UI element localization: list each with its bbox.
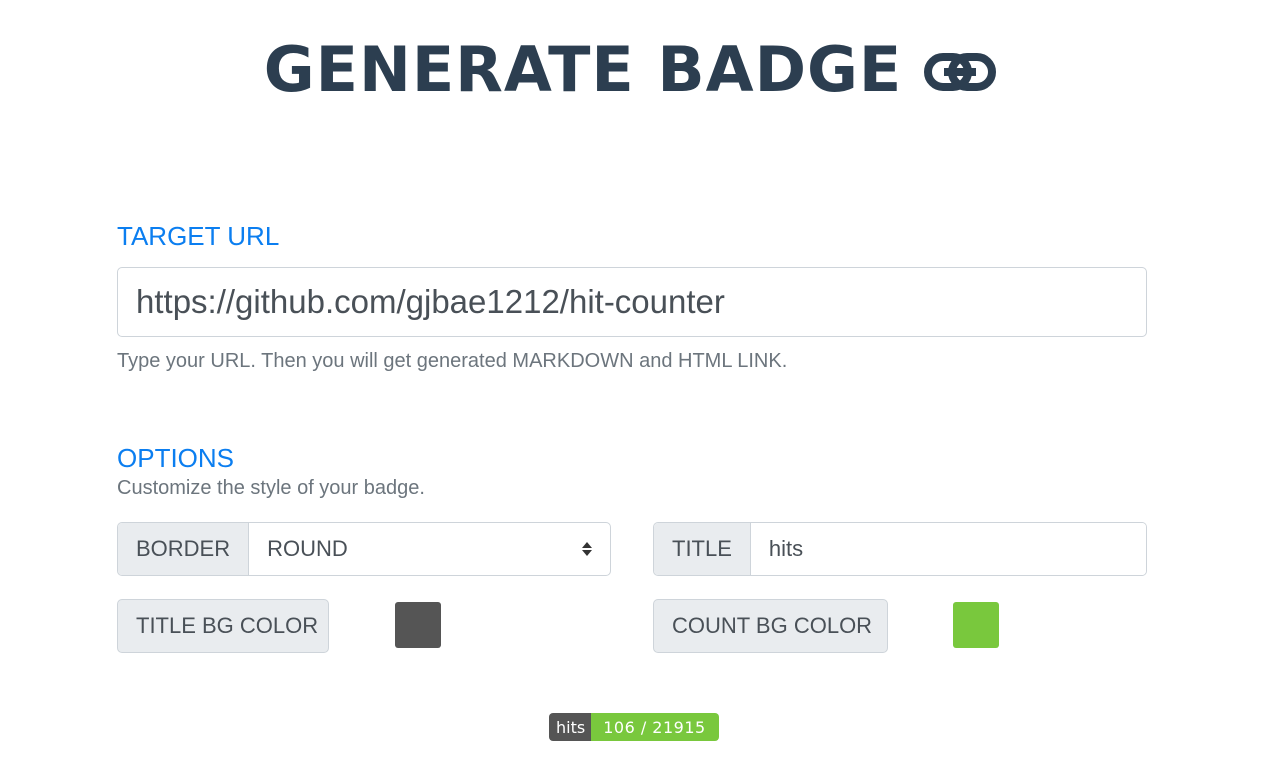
title-option-group: TITLE (653, 522, 1147, 576)
count-bg-color-swatch[interactable] (953, 602, 999, 648)
page-header: GENERATE BADGE (0, 28, 1260, 112)
page-title: GENERATE BADGE (263, 33, 903, 106)
options-label: OPTIONS (117, 443, 235, 473)
border-select[interactable]: ROUND (249, 523, 610, 575)
count-bg-color-label: COUNT BG COLOR (653, 599, 888, 653)
border-label: BORDER (118, 523, 250, 575)
link-icon (924, 52, 997, 92)
target-url-label: TARGET URL (117, 221, 280, 251)
title-bg-color-swatch[interactable] (395, 602, 441, 648)
border-option-group: BORDER ROUND (117, 522, 611, 576)
options-help-text: Customize the style of your badge. (117, 477, 425, 499)
target-url-input[interactable] (117, 267, 1147, 337)
title-bg-color-label: TITLE BG COLOR (117, 599, 329, 653)
title-input[interactable] (750, 523, 1146, 575)
badge-title: hits (549, 713, 592, 741)
badge-count: 106 / 21915 (591, 713, 719, 741)
title-label: TITLE (654, 523, 751, 575)
badge-preview: hits 106 / 21915 (549, 713, 719, 741)
border-selected-value: ROUND (267, 536, 348, 561)
target-url-help-text: Type your URL. Then you will get generat… (117, 350, 788, 372)
select-arrows-icon (582, 542, 592, 556)
